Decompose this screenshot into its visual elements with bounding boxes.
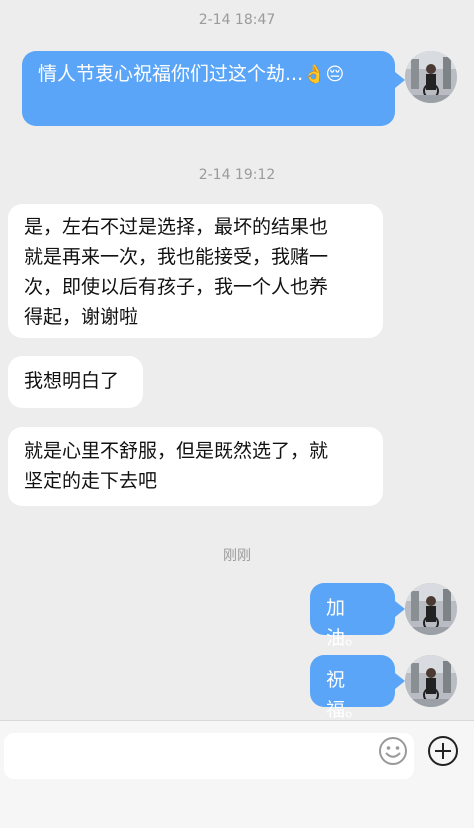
message-text: 加油。 [326, 597, 365, 649]
message-text: 情人节衷心祝福你们过这个劫... [38, 63, 304, 85]
chat-area[interactable]: 2-14 18:47 情人节衷心祝福你们过这个劫...👌😔 2-14 19:12… [0, 0, 474, 721]
avatar-self[interactable] [405, 655, 457, 707]
emoji-icon[interactable] [376, 734, 410, 768]
bubble-tail [395, 673, 405, 689]
plus-circle-icon[interactable] [426, 734, 460, 768]
avatar-self[interactable] [405, 583, 457, 635]
message-input[interactable] [4, 733, 414, 779]
sent-message-bubble[interactable]: 情人节衷心祝福你们过这个劫...👌😔 [22, 51, 395, 126]
message-text: 我想明白了 [24, 370, 120, 392]
timestamp: 2-14 19:12 [198, 167, 276, 183]
bubble-tail [395, 72, 405, 88]
received-message-bubble[interactable]: 就是心里不舒服，但是既然选了，就 坚定的走下去吧 [8, 427, 383, 506]
avatar-self[interactable] [405, 51, 457, 103]
message-line: 是，左右不过是选择，最坏的结果也 [24, 216, 329, 238]
message-line: 坚定的走下去吧 [24, 470, 158, 492]
bubble-tail [395, 601, 405, 617]
received-message-bubble[interactable]: 我想明白了 [8, 356, 143, 408]
emoji-glyph: 👌😔 [303, 64, 345, 85]
message-line: 就是心里不舒服，但是既然选了，就 [24, 440, 329, 462]
input-bar [0, 720, 474, 828]
message-line: 就是再来一次，我也能接受，我赌一 [24, 246, 329, 268]
sent-message-bubble[interactable]: 祝福。 [310, 655, 395, 721]
message-text: 祝福。 [326, 669, 365, 721]
timestamp: 刚刚 [223, 548, 251, 564]
received-message-bubble[interactable]: 是，左右不过是选择，最坏的结果也 就是再来一次，我也能接受，我赌一 次，即使以后… [8, 204, 383, 338]
message-line: 次，即使以后有孩子，我一个人也养 [24, 276, 329, 298]
message-line: 得起，谢谢啦 [24, 306, 139, 328]
sent-message-bubble[interactable]: 加油。 [310, 583, 395, 649]
timestamp: 2-14 18:47 [198, 12, 276, 28]
